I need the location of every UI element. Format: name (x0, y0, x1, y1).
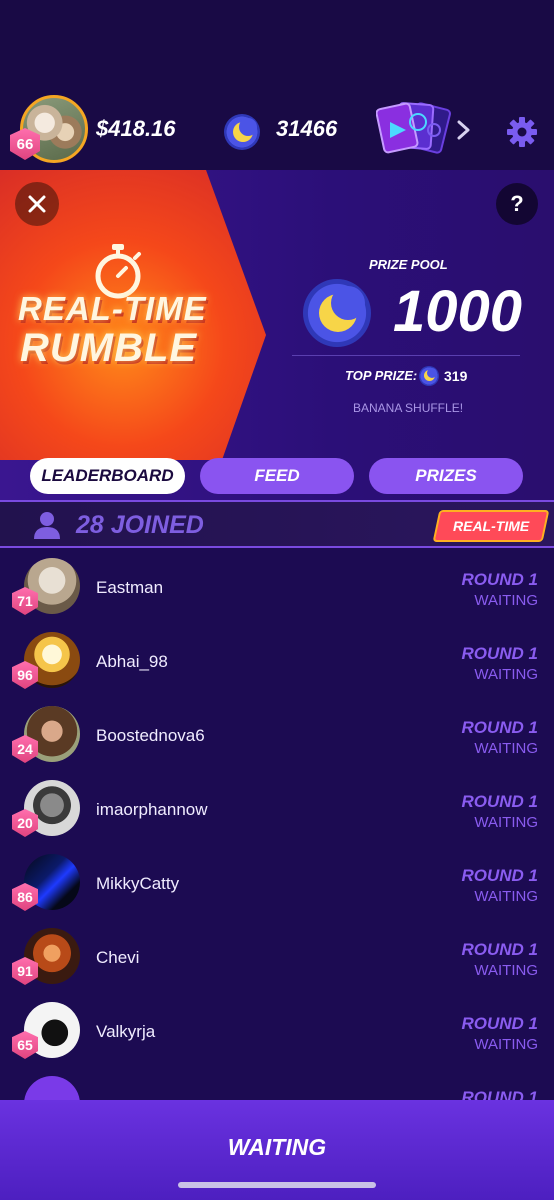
list-item[interactable]: 20 imaorphannow ROUND 1 WAITING (0, 772, 554, 846)
status-label: WAITING (474, 1036, 538, 1053)
list-item[interactable]: 86 MikkyCatty ROUND 1 WAITING (0, 846, 554, 920)
status-label: WAITING (474, 814, 538, 831)
chevron-right-icon[interactable] (456, 116, 472, 144)
event-title-line1: REAL-TIME (18, 290, 207, 327)
list-item[interactable]: 96 Abhai_98 ROUND 1 WAITING (0, 624, 554, 698)
player-name: Eastman (96, 578, 164, 597)
top-prize-label: TOP PRIZE: (345, 368, 418, 383)
list-item[interactable]: 65 Valkyrja ROUND 1 WAITING (0, 994, 554, 1068)
status-label: WAITING (474, 888, 538, 905)
top-bar: 66 $418.16 31466 (0, 0, 554, 170)
avatar[interactable] (24, 1076, 80, 1100)
game-name: BANANA SHUFFLE! (353, 401, 464, 415)
banana-coin-icon (224, 114, 260, 150)
round-label: ROUND 1 (461, 1014, 538, 1033)
event-hero: REAL-TIME RUMBLE ? PRIZE POOL 1000 TOP P… (0, 170, 554, 500)
waiting-label: WAITING (227, 1134, 327, 1160)
list-item[interactable]: 71 Eastman ROUND 1 WAITING (0, 550, 554, 624)
close-icon (28, 195, 46, 213)
help-button[interactable]: ? (496, 183, 538, 225)
player-name: Valkyrja (96, 1022, 156, 1041)
home-indicator[interactable] (178, 1182, 376, 1188)
profile-avatar[interactable]: 66 (10, 95, 88, 163)
status-label: WAITING (474, 962, 538, 979)
banana-coin-icon (419, 366, 439, 386)
round-label: ROUND 1 (461, 866, 538, 885)
status-label: WAITING (474, 740, 538, 757)
round-label: ROUND 1 (461, 940, 538, 959)
round-label: ROUND 1 (461, 792, 538, 811)
tab-leaderboard[interactable]: LEADERBOARD (30, 458, 185, 494)
round-label: ROUND 1 (461, 570, 538, 589)
status-label: WAITING (474, 592, 538, 609)
top-prize-value: 319 (444, 368, 468, 384)
cards-icon[interactable] (376, 100, 456, 154)
round-label: ROUND 1 (461, 1088, 538, 1100)
round-label: ROUND 1 (461, 718, 538, 737)
prize-pool-label: PRIZE POOL (369, 257, 448, 272)
joined-count: 28 JOINED (76, 511, 204, 539)
person-icon (34, 512, 60, 539)
coin-balance[interactable]: 31466 (276, 116, 337, 142)
realtime-badge: REAL-TIME (432, 510, 550, 542)
tab-feed[interactable]: FEED (200, 458, 354, 494)
list-item[interactable]: 24 Boostednova6 ROUND 1 WAITING (0, 698, 554, 772)
divider (292, 355, 520, 356)
player-name: Boostednova6 (96, 726, 205, 745)
player-name: imaorphannow (96, 800, 208, 819)
gear-icon[interactable] (506, 116, 538, 148)
prize-pool-value: 1000 (393, 279, 523, 344)
bottom-action-bar[interactable]: WAITING (0, 1100, 554, 1200)
round-label: ROUND 1 (461, 644, 538, 663)
player-name: MikkyCatty (96, 874, 180, 893)
player-name: Abhai_98 (96, 652, 168, 671)
tab-prizes[interactable]: PRIZES (369, 458, 523, 494)
realtime-badge-label: REAL-TIME (452, 518, 530, 534)
event-title-line2: RUMBLE (20, 326, 198, 370)
leaderboard-list[interactable]: 71 Eastman ROUND 1 WAITING 96 Abhai_98 R… (0, 550, 554, 1100)
list-item[interactable]: 91 Chevi ROUND 1 WAITING (0, 920, 554, 994)
player-name: Chevi (96, 948, 140, 967)
banana-coin-icon (303, 279, 371, 347)
close-button[interactable] (15, 182, 59, 226)
joined-bar: 28 JOINED REAL-TIME (0, 500, 554, 548)
cash-balance[interactable]: $418.16 (96, 116, 176, 142)
status-label: WAITING (474, 666, 538, 683)
list-item[interactable]: ROUND 1 (0, 1068, 554, 1100)
